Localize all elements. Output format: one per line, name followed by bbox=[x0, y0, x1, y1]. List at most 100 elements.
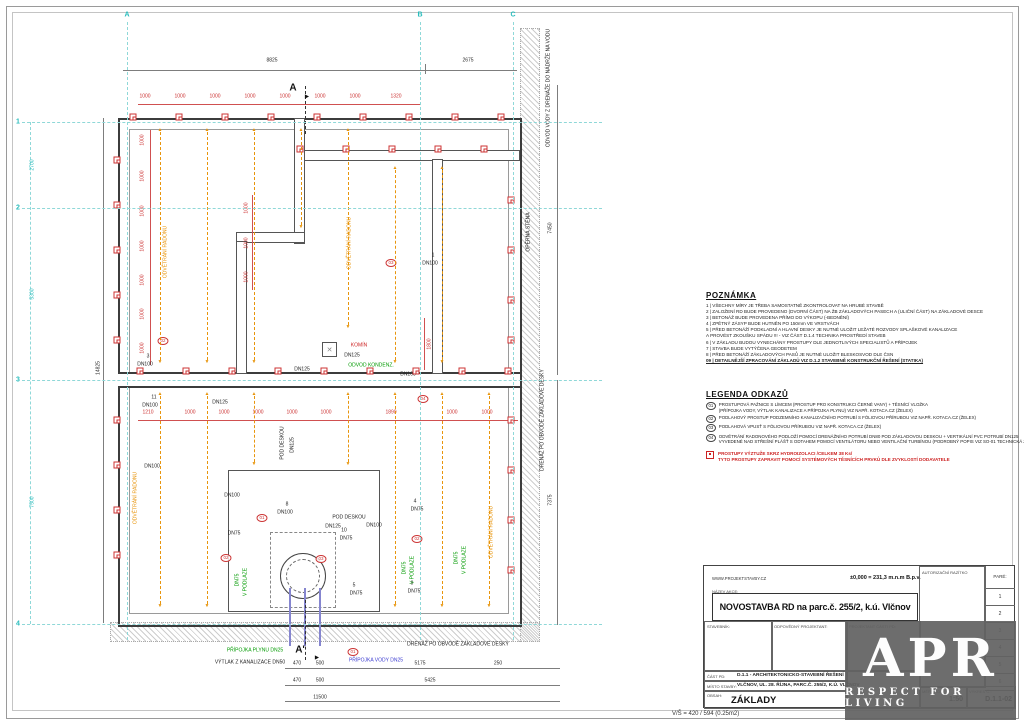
penetration-marker bbox=[367, 368, 374, 375]
content-row: OBSAH: ZÁKLADY bbox=[704, 690, 848, 709]
plan-label: 1800 bbox=[428, 338, 433, 349]
penetration-marker bbox=[114, 462, 121, 469]
plan-label: DN100 bbox=[142, 404, 158, 409]
drawing-content: ZÁKLADY bbox=[731, 695, 776, 706]
apr-watermark: APR RESPECT FOR LIVING bbox=[845, 621, 1016, 720]
grid-line bbox=[513, 22, 514, 640]
radon-vent-line bbox=[160, 396, 161, 604]
reference-bubble: 02 bbox=[220, 554, 231, 562]
penetration-marker bbox=[452, 114, 459, 121]
plan-label: VÝTLAK Z KANALIZACE DN50 bbox=[215, 661, 285, 666]
plan-label: DN100 bbox=[224, 494, 240, 499]
penetration-marker bbox=[406, 114, 413, 121]
penetration-marker-icon bbox=[706, 451, 714, 459]
grid-line bbox=[22, 624, 602, 625]
penetration-marker bbox=[321, 368, 328, 375]
plan-label: PŘÍPOJKA PLYNU DN25 bbox=[227, 649, 283, 654]
website: WWW.PROJEKTSTAVBY.CZ bbox=[712, 576, 766, 581]
plan-label: PŘÍPOJKA VODY DN25 bbox=[349, 659, 403, 664]
plan-label: DN75 bbox=[408, 590, 421, 595]
responsible-designer-label: ODPOVĚDNÝ PROJEKTANT: bbox=[774, 624, 828, 629]
plan-label: 1000 bbox=[244, 95, 255, 100]
penetration-marker bbox=[114, 337, 121, 344]
radon-vent-line bbox=[207, 132, 208, 360]
plan-label: 1000 bbox=[139, 95, 150, 100]
poznamka-block: POZNÁMKA 1 | VŠECHNY MÍRY JE TŘEBA SAMOS… bbox=[706, 291, 1012, 364]
content-label: OBSAH: bbox=[707, 693, 722, 698]
plan-label: DN125 bbox=[325, 525, 341, 530]
plan-label: DRENÁŽ PO OBVODĚ ZÁKLADOVÉ DESKY bbox=[407, 643, 509, 648]
pare-cell: 1 bbox=[985, 589, 1015, 606]
legend-item-text: PODLAHOVÝ PROSTUP PODZEMNÍHO KANALIZAČNÍ… bbox=[719, 415, 976, 421]
legend-item: 02PODLAHOVÝ PROSTUP PODZEMNÍHO KANALIZAČ… bbox=[706, 415, 1012, 423]
reference-bubble: 03 bbox=[315, 555, 326, 563]
reference-bubble: 01 bbox=[347, 648, 358, 656]
legend-line: VYVEDENÉ NAD STŘEŠNÍ PLÁŠŤ S ODTAHEM POM… bbox=[719, 439, 1024, 445]
plan-label: 1000 bbox=[141, 170, 146, 181]
legend-line: PODLAHOVÝ PROSTUP PODZEMNÍHO KANALIZAČNÍ… bbox=[719, 415, 976, 421]
legenda-block: LEGENDA ODKAZŮ 01PROSTUPOVÁ PAŽNICE S LÍ… bbox=[706, 390, 1012, 463]
section-marker: A bbox=[289, 86, 296, 91]
plan-label: 470 bbox=[293, 679, 301, 684]
legend-item: 04ODVĚTRÁNÍ RADONOVÉHO PODLOŽÍ POMOCÍ DR… bbox=[706, 434, 1012, 445]
plan-label: 2675 bbox=[462, 59, 473, 64]
plan-label: KOMÍN bbox=[351, 344, 367, 349]
grid-line bbox=[22, 122, 602, 123]
plan-label: 4 bbox=[414, 500, 417, 505]
plan-label: 3 bbox=[147, 355, 150, 360]
grid-marker: A bbox=[124, 12, 129, 19]
plan-label: POD DESKOU bbox=[281, 426, 286, 459]
plan-label: 1000 bbox=[314, 95, 325, 100]
plan-label: 250 bbox=[494, 662, 502, 667]
grid-line bbox=[420, 22, 421, 640]
plan-label: 8825 bbox=[266, 59, 277, 64]
penetration-marker bbox=[297, 146, 304, 153]
plan-label: 1000 bbox=[141, 274, 146, 285]
penetration-marker bbox=[183, 368, 190, 375]
stamp-label: AUTORIZAČNÍ RAZÍTKO bbox=[922, 570, 967, 575]
project-name: NOVOSTAVBA RD na parc.č. 255/2, k.ú. Vlč… bbox=[720, 602, 911, 612]
penetration-marker bbox=[389, 146, 396, 153]
penetration-marker bbox=[459, 368, 466, 375]
plan-label: 500 bbox=[316, 679, 324, 684]
radon-vent-line bbox=[254, 132, 255, 360]
project-name-box: NOVOSTAVBA RD na parc.č. 255/2, k.ú. Vlč… bbox=[712, 593, 918, 621]
penetration-marker bbox=[314, 114, 321, 121]
plan-label: 1000 bbox=[218, 411, 229, 416]
plan-label: DN125 bbox=[294, 368, 310, 373]
plan-label: DRENÁŽ PO OBVODĚ ZÁKLADOVÉ DESKY bbox=[541, 369, 546, 471]
legend-item-number: 04 bbox=[706, 434, 716, 442]
warning-note: PROSTUPY VÝZTUŽE SKRZ HYDROIZOLACI /CELK… bbox=[706, 451, 1012, 463]
penetration-marker bbox=[222, 114, 229, 121]
poznamka-title: POZNÁMKA bbox=[706, 291, 1012, 300]
radon-vent-line bbox=[301, 132, 302, 225]
legend-item-number: 02 bbox=[706, 415, 716, 423]
plan-label: DN100 bbox=[144, 465, 160, 470]
plan-label: DN75 bbox=[228, 532, 241, 537]
penetration-marker bbox=[130, 114, 137, 121]
plan-label: 11 bbox=[151, 396, 156, 401]
plan-label: DN75 bbox=[455, 552, 460, 565]
plan-label: 7500 bbox=[31, 496, 36, 507]
legend-line: PROSTUPOVÁ PAŽNICE S LÍMCEM (PROSTUP PRO… bbox=[719, 402, 928, 408]
legend-line: PODLAHOVÁ VPUSŤ S FÓLIOVOU PŘÍRUBOU VIZ … bbox=[719, 424, 881, 430]
grid-marker: C bbox=[510, 12, 515, 19]
plan-label: POD DESKOU bbox=[332, 516, 365, 521]
legend-item: 03PODLAHOVÁ VPUSŤ S FÓLIOVOU PŘÍRUBOU VI… bbox=[706, 424, 1012, 432]
plan-label: DN75 bbox=[236, 574, 241, 587]
apr-slogan: RESPECT FOR LIVING bbox=[845, 687, 1016, 709]
legend-line: (PŘÍPOJKA VODY, VÝTLAK KANALIZACE A PŘÍP… bbox=[719, 408, 928, 414]
plan-label: DN100 bbox=[366, 524, 382, 529]
penetration-marker bbox=[481, 146, 488, 153]
grid-line bbox=[22, 380, 602, 381]
plan-label: V PODLAZE bbox=[463, 546, 468, 574]
plan-label: OPĚRNÁ STĚNA bbox=[527, 212, 532, 251]
radon-vent-line bbox=[395, 396, 396, 604]
plan-label: 5300 bbox=[31, 288, 36, 299]
reference-bubble: 01 bbox=[256, 514, 267, 522]
site-value: VLČNOV, UL. 28. ŘÍJNA, PARC.Č. 255/2, K.… bbox=[737, 683, 860, 688]
penetration-marker bbox=[114, 247, 121, 254]
plan-label: 5425 bbox=[424, 679, 435, 684]
radon-vent-line bbox=[489, 396, 490, 604]
plan-label: ODVOD VODY Z DRENÁŽE DO NÁDRŽE NA VODU bbox=[547, 29, 552, 147]
